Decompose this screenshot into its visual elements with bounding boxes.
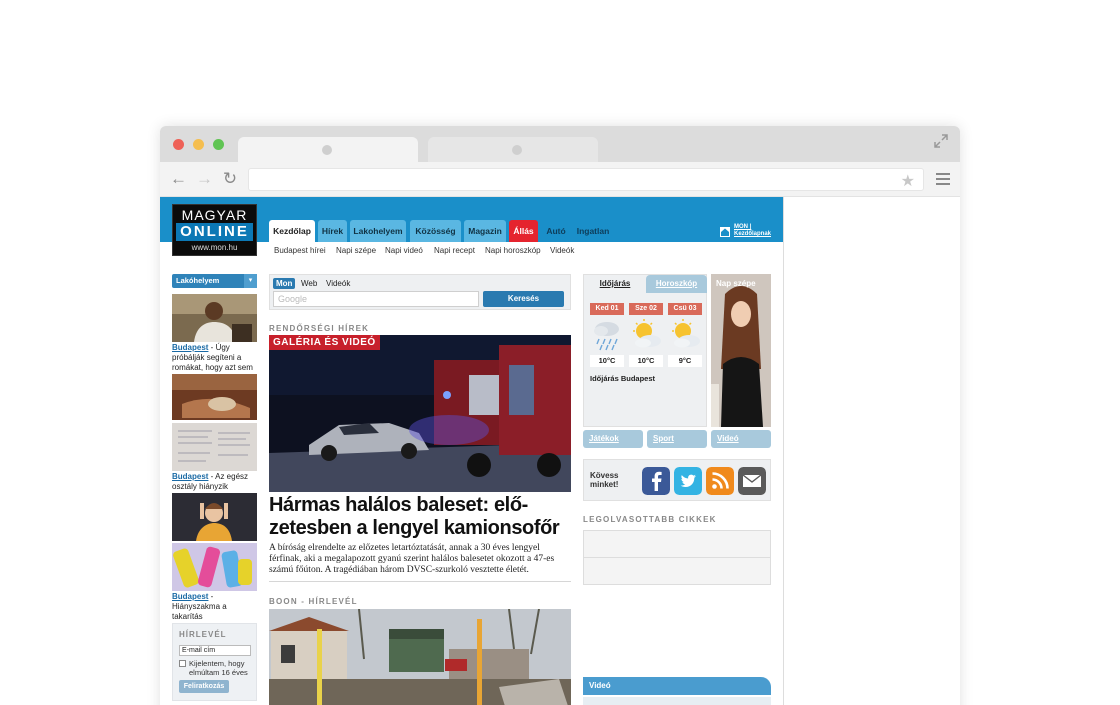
subnav-item[interactable]: Videók xyxy=(550,246,574,255)
search-button[interactable]: Keresés xyxy=(483,291,564,307)
main-headline[interactable]: Hármas halálos baleset: elő- zetesben a … xyxy=(269,494,571,540)
weather-temp: 9°C xyxy=(668,355,702,367)
follow-us-label: Kövess minket! xyxy=(590,471,619,489)
nap-szepe-box[interactable]: Nap szépe xyxy=(711,274,771,427)
email-icon[interactable] xyxy=(738,467,766,495)
news-thumbnail[interactable] xyxy=(172,493,257,541)
tab-horoszkop[interactable]: Horoszkóp xyxy=(646,275,707,293)
rss-icon[interactable] xyxy=(706,467,734,495)
page-viewport: MAGYAR ONLINE www.mon.hu Kezdőlap Hírek … xyxy=(160,197,784,705)
mon-homepage-link[interactable]: MON | Kezdőlapnak xyxy=(734,224,771,238)
news-thumbnail[interactable] xyxy=(172,423,257,471)
browser-window: ← → ↻ ★ MAGYAR ONLINE www.mon.hu Kezdőla… xyxy=(160,126,960,705)
news-thumbnail[interactable] xyxy=(172,374,257,420)
browser-tab-inactive[interactable] xyxy=(428,137,598,162)
chevron-down-icon: ▾ xyxy=(244,274,257,288)
address-bar[interactable]: ★ xyxy=(248,168,924,191)
crash-scene-image xyxy=(269,335,571,492)
search-tab-mon[interactable]: Mon xyxy=(273,278,296,289)
site-logo[interactable]: MAGYAR ONLINE www.mon.hu xyxy=(172,204,257,256)
rain-cloud-icon xyxy=(594,322,619,351)
subscribe-button[interactable]: Feliratkozás xyxy=(179,680,229,693)
close-window-button[interactable] xyxy=(173,139,184,150)
sun-cloud-icon xyxy=(633,319,661,348)
subnav-item[interactable]: Budapest hírei xyxy=(274,246,326,255)
weather-temp: 10°C xyxy=(629,355,663,367)
sport-button[interactable]: Sport xyxy=(647,430,707,448)
browser-menu-icon[interactable] xyxy=(936,173,950,185)
bookmark-star-icon[interactable]: ★ xyxy=(901,171,915,191)
section-title-police-news: RENDŐRSÉGI HÍREK xyxy=(269,324,370,333)
nav-item-lakohelyem[interactable]: Lakohelyem xyxy=(350,220,406,242)
twitter-icon[interactable] xyxy=(674,467,702,495)
most-read-item[interactable] xyxy=(583,530,771,558)
newsletter-title: HÍRLEVÉL xyxy=(179,630,227,639)
weather-day-label: Csü 03 xyxy=(668,303,702,315)
news-caption[interactable]: Budapest - Hiányszakma a takarítás xyxy=(172,592,257,622)
article-lead: A bíróság elrendelte az előzetes letartó… xyxy=(269,543,555,575)
facebook-icon[interactable] xyxy=(642,467,670,495)
hero-image[interactable]: GALÉRIA ÉS VIDEÓ xyxy=(269,335,571,492)
video-button[interactable]: Videó xyxy=(711,430,771,448)
home-icon[interactable] xyxy=(720,227,730,237)
social-box: Kövess minket! xyxy=(583,459,771,501)
village-scene-image xyxy=(269,609,571,705)
nav-item-kozosseg[interactable]: Közösség xyxy=(410,220,461,242)
news-thumbnail[interactable] xyxy=(172,294,257,342)
nap-szepe-photo xyxy=(711,274,771,427)
age-checkbox[interactable] xyxy=(179,660,186,667)
browser-tabbar xyxy=(160,126,960,162)
most-read-item[interactable] xyxy=(583,557,771,585)
nav-item-ingatlan[interactable]: Ingatlan xyxy=(573,220,613,242)
nav-item-allas[interactable]: Állás xyxy=(509,220,538,242)
reload-icon[interactable]: ↻ xyxy=(222,170,238,187)
news-caption[interactable]: Budapest - Az egész osztály hiányzik xyxy=(172,472,257,492)
nav-item-hirek[interactable]: Hírek xyxy=(318,220,347,242)
browser-tab-active[interactable] xyxy=(238,137,418,162)
expand-icon[interactable] xyxy=(934,134,948,148)
tab-idojaras[interactable]: Időjárás xyxy=(584,275,646,293)
minimize-window-button[interactable] xyxy=(193,139,204,150)
search-input[interactable]: Google xyxy=(273,291,479,307)
nav-item-auto[interactable]: Autó xyxy=(542,220,570,242)
browser-toolbar: ← → ↻ ★ xyxy=(160,162,960,197)
weather-widget: Időjárás Horoszkóp Ked 01 Sze 02 Csü 03 xyxy=(583,274,707,427)
section-title-most-read: LEGOLVASOTTABB CIKKEK xyxy=(583,515,717,524)
jatekok-button[interactable]: Játékok xyxy=(583,430,643,448)
news-thumbnail[interactable] xyxy=(172,543,257,591)
lakohely-dropdown[interactable]: Lakóhelyem ▾ xyxy=(172,274,257,288)
search-box: Mon Web Videók Google Keresés xyxy=(269,274,571,310)
subnav-item[interactable]: Napi szépe xyxy=(336,246,376,255)
article-image[interactable] xyxy=(269,609,571,705)
video-thumbnails-strip xyxy=(583,697,771,705)
search-tab-videok[interactable]: Videók xyxy=(323,278,353,289)
newsletter-email-input[interactable]: E-mail cím xyxy=(179,645,251,656)
weather-temp: 10°C xyxy=(590,355,624,367)
weather-day-label: Sze 02 xyxy=(629,303,663,315)
maximize-window-button[interactable] xyxy=(213,139,224,150)
nap-szepe-label: Nap szépe xyxy=(716,279,756,288)
gallery-video-badge: GALÉRIA ÉS VIDEÓ xyxy=(269,335,380,350)
search-tab-web[interactable]: Web xyxy=(298,278,320,289)
subnav-item[interactable]: Napi horoszkóp xyxy=(485,246,541,255)
weather-day-label: Ked 01 xyxy=(590,303,624,315)
back-arrow-icon[interactable]: ← xyxy=(170,170,187,187)
weather-city-link[interactable]: Időjárás Budapest xyxy=(590,374,655,383)
age-checkbox-row[interactable]: Kijelentem, hogy elmúltam 16 éves xyxy=(179,659,256,677)
newsletter-box: HÍRLEVÉL E-mail cím Kijelentem, hogy elm… xyxy=(172,623,257,701)
sun-cloud-icon xyxy=(672,319,700,348)
divider xyxy=(269,581,571,582)
subnav-item[interactable]: Napi videó xyxy=(385,246,423,255)
video-section-header[interactable]: Videó xyxy=(583,677,771,695)
nav-item-magazin[interactable]: Magazin xyxy=(464,220,506,242)
forward-arrow-icon[interactable]: → xyxy=(196,170,213,187)
section-title-boon: BOON - HÍRLEVÉL xyxy=(269,597,358,606)
nav-item-kezdolap[interactable]: Kezdőlap xyxy=(269,220,315,242)
subnav-item[interactable]: Napi recept xyxy=(434,246,475,255)
